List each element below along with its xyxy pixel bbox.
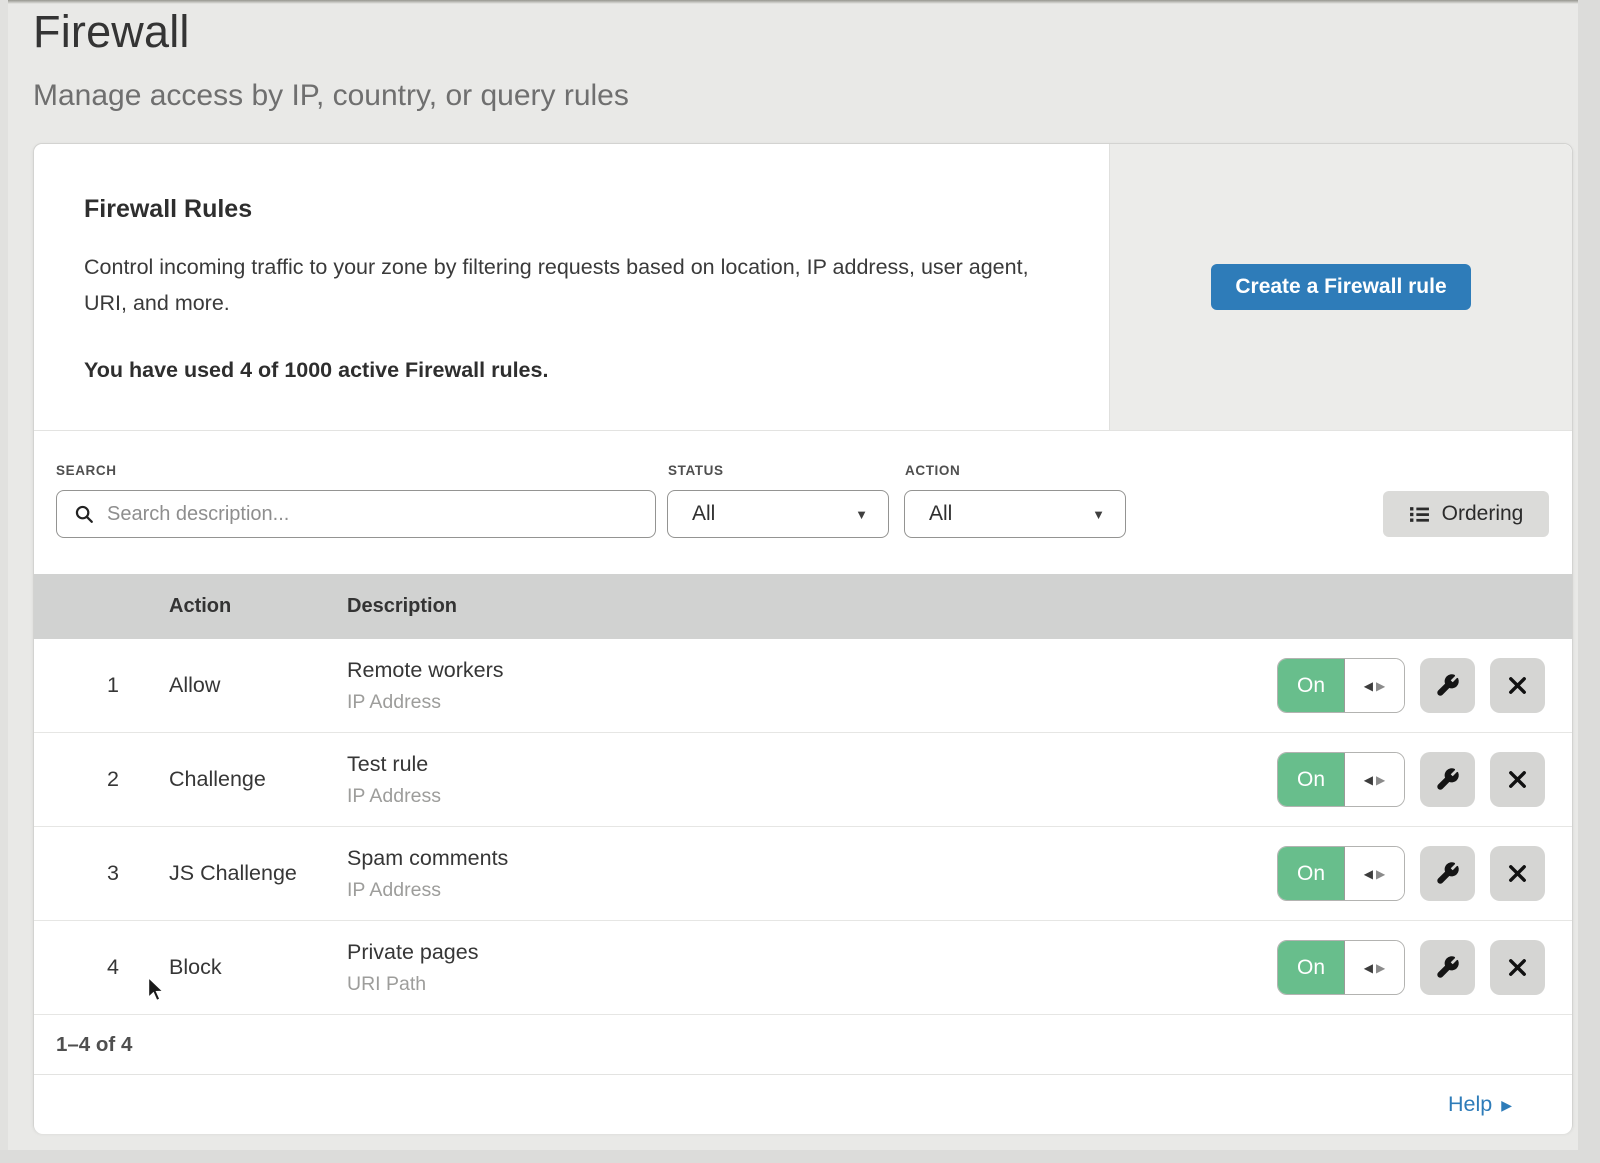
rule-action: JS Challenge xyxy=(169,861,347,886)
search-box[interactable] xyxy=(56,490,656,538)
rule-action: Block xyxy=(169,955,347,980)
close-icon xyxy=(1506,956,1529,979)
table-row: 2 Challenge Test rule IP Address On ◀▶ xyxy=(34,733,1572,827)
window-edge-bottom xyxy=(0,1150,1600,1163)
toggle-handle[interactable]: ◀▶ xyxy=(1344,941,1404,994)
edit-rule-button[interactable] xyxy=(1420,658,1475,713)
rule-priority: 4 xyxy=(34,955,119,980)
rule-action: Challenge xyxy=(169,767,347,792)
rule-priority: 1 xyxy=(34,673,119,698)
wrench-icon xyxy=(1435,861,1460,886)
delete-rule-button[interactable] xyxy=(1490,752,1545,807)
rule-match-type: URI Path xyxy=(347,973,1277,996)
create-firewall-rule-button[interactable]: Create a Firewall rule xyxy=(1211,264,1470,310)
rule-priority: 2 xyxy=(34,767,119,792)
search-input[interactable] xyxy=(95,503,655,526)
firewall-rules-card: Firewall Rules Control incoming traffic … xyxy=(33,143,1573,1133)
panel-heading: Firewall Rules xyxy=(84,195,1049,224)
chevron-down-icon: ▼ xyxy=(1092,507,1105,522)
left-right-arrows-icon: ◀ xyxy=(1364,868,1373,880)
edit-rule-button[interactable] xyxy=(1420,940,1475,995)
rule-description: Remote workers xyxy=(347,658,1277,683)
close-icon xyxy=(1506,768,1529,791)
rule-match-type: IP Address xyxy=(347,785,1277,808)
window-edge-right xyxy=(1578,0,1600,1163)
left-right-arrows-icon: ◀ xyxy=(1364,774,1373,786)
intro-text-panel: Firewall Rules Control incoming traffic … xyxy=(34,144,1109,430)
description-column-header: Description xyxy=(347,595,1545,618)
rule-action: Allow xyxy=(169,673,347,698)
wrench-icon xyxy=(1435,673,1460,698)
rule-description: Private pages xyxy=(347,940,1277,965)
table-row: 4 Block Private pages URI Path On ◀▶ xyxy=(34,921,1572,1015)
status-select-value: All xyxy=(668,502,715,526)
arrow-right-icon: ▶ xyxy=(1501,1095,1512,1114)
usage-summary: You have used 4 of 1000 active Firewall … xyxy=(84,358,1049,383)
create-rule-panel: Create a Firewall rule xyxy=(1109,144,1572,430)
pagination-bar: 1–4 of 4 xyxy=(34,1015,1572,1075)
rule-toggle[interactable]: On ◀▶ xyxy=(1277,752,1405,807)
help-link-label: Help xyxy=(1448,1092,1492,1117)
firewall-page: Firewall Manage access by IP, country, o… xyxy=(0,0,1600,1163)
ordering-list-icon xyxy=(1409,504,1430,525)
wrench-icon xyxy=(1435,955,1460,980)
toggle-on-label: On xyxy=(1278,941,1344,994)
toggle-on-label: On xyxy=(1278,753,1344,806)
intro-section: Firewall Rules Control incoming traffic … xyxy=(34,144,1572,431)
rule-description: Test rule xyxy=(347,752,1277,777)
left-right-arrows-icon: ◀ xyxy=(1364,962,1373,974)
ordering-button[interactable]: Ordering xyxy=(1383,491,1549,537)
help-link[interactable]: Help ▶ xyxy=(1448,1092,1512,1117)
table-header: Action Description xyxy=(34,574,1572,639)
search-icon xyxy=(73,503,95,525)
delete-rule-button[interactable] xyxy=(1490,940,1545,995)
edit-rule-button[interactable] xyxy=(1420,846,1475,901)
window-edge-top xyxy=(0,0,1600,4)
close-icon xyxy=(1506,674,1529,697)
status-select[interactable]: All ▼ xyxy=(667,490,889,538)
help-bar: Help ▶ xyxy=(34,1075,1572,1134)
filter-bar: SEARCH STATUS All ▼ ACTION All ▼ xyxy=(34,431,1572,574)
rule-priority: 3 xyxy=(34,861,119,886)
delete-rule-button[interactable] xyxy=(1490,846,1545,901)
toggle-handle[interactable]: ◀▶ xyxy=(1344,659,1404,712)
action-select[interactable]: All ▼ xyxy=(904,490,1126,538)
chevron-down-icon: ▼ xyxy=(855,507,868,522)
edit-rule-button[interactable] xyxy=(1420,752,1475,807)
panel-description: Control incoming traffic to your zone by… xyxy=(84,249,1034,321)
action-label: ACTION xyxy=(905,463,960,478)
page-title: Firewall xyxy=(33,6,190,58)
ordering-button-label: Ordering xyxy=(1442,502,1524,526)
rule-match-type: IP Address xyxy=(347,691,1277,714)
rule-match-type: IP Address xyxy=(347,879,1277,902)
delete-rule-button[interactable] xyxy=(1490,658,1545,713)
search-label: SEARCH xyxy=(56,463,117,478)
close-icon xyxy=(1506,862,1529,885)
status-label: STATUS xyxy=(668,463,724,478)
left-right-arrows-icon: ◀ xyxy=(1364,680,1373,692)
toggle-on-label: On xyxy=(1278,847,1344,900)
window-edge-left xyxy=(0,0,8,1163)
wrench-icon xyxy=(1435,767,1460,792)
toggle-handle[interactable]: ◀▶ xyxy=(1344,847,1404,900)
toggle-on-label: On xyxy=(1278,659,1344,712)
rule-toggle[interactable]: On ◀▶ xyxy=(1277,940,1405,995)
table-row: 1 Allow Remote workers IP Address On ◀▶ xyxy=(34,639,1572,733)
rule-toggle[interactable]: On ◀▶ xyxy=(1277,658,1405,713)
action-select-value: All xyxy=(905,502,952,526)
action-column-header: Action xyxy=(169,595,347,618)
rule-description: Spam comments xyxy=(347,846,1277,871)
rule-toggle[interactable]: On ◀▶ xyxy=(1277,846,1405,901)
table-row: 3 JS Challenge Spam comments IP Address … xyxy=(34,827,1572,921)
pagination-range: 1–4 of 4 xyxy=(56,1033,132,1057)
toggle-handle[interactable]: ◀▶ xyxy=(1344,753,1404,806)
page-subtitle: Manage access by IP, country, or query r… xyxy=(33,79,629,113)
